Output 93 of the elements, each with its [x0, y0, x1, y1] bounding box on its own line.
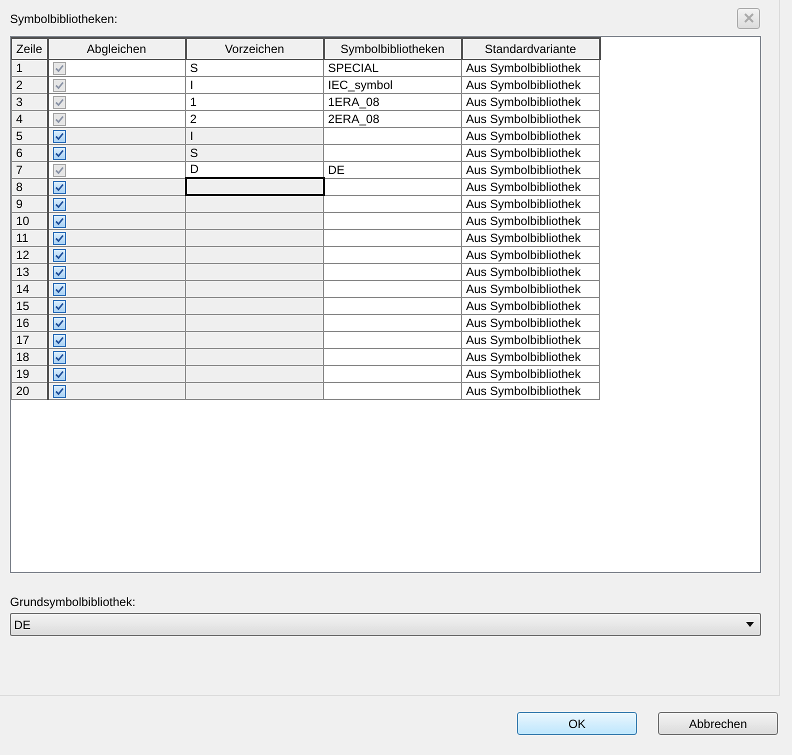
checkbox[interactable] [52, 334, 66, 347]
checkbox[interactable] [52, 146, 66, 160]
table-cell[interactable] [324, 127, 462, 144]
column-header[interactable]: Vorzeichen [186, 38, 324, 59]
row-number: 13 [12, 263, 48, 280]
table-cell[interactable]: Aus Symbolbibliothek [462, 212, 600, 229]
checkbox[interactable] [52, 384, 66, 398]
table-cell[interactable]: S [186, 144, 324, 161]
cancel-button[interactable]: Abbrechen [658, 712, 778, 735]
table-cell[interactable]: Aus Symbolbibliothek [462, 229, 600, 246]
row-number: 1 [12, 59, 48, 76]
table-cell[interactable] [186, 195, 324, 212]
table-cell[interactable] [324, 348, 462, 365]
table-cell[interactable] [186, 212, 324, 229]
table-cell[interactable] [324, 195, 462, 212]
table-cell[interactable] [186, 178, 324, 195]
column-header[interactable]: Symbolbibliotheken [324, 38, 462, 59]
column-header[interactable]: Standardvariante [462, 38, 600, 59]
table-cell[interactable] [186, 314, 324, 331]
ok-button[interactable]: OK [517, 712, 637, 735]
checkbox[interactable] [52, 248, 66, 262]
table-cell[interactable]: Aus Symbolbibliothek [462, 195, 600, 212]
table-cell[interactable] [186, 263, 324, 280]
checkbox[interactable] [52, 368, 66, 381]
checkbox[interactable] [52, 198, 66, 211]
table-cell[interactable] [324, 246, 462, 263]
checkbox[interactable] [52, 316, 66, 330]
row-number: 9 [12, 195, 48, 212]
row-number: 7 [12, 161, 48, 178]
checkbox[interactable] [52, 130, 66, 143]
section-label: Symbolbibliotheken: [10, 12, 118, 26]
table-cell[interactable] [186, 280, 324, 297]
table-cell[interactable]: Aus Symbolbibliothek [462, 263, 600, 280]
row-number: 10 [12, 212, 48, 229]
column-header[interactable]: Zeile [12, 38, 48, 59]
table-cell[interactable] [324, 382, 462, 399]
row-number: 8 [12, 178, 48, 195]
table-cell[interactable]: Aus Symbolbibliothek [462, 127, 600, 144]
checkbox[interactable] [52, 282, 66, 296]
table-cell[interactable] [324, 229, 462, 246]
row-number: 20 [12, 382, 48, 399]
close-icon [742, 12, 754, 24]
row-number: 16 [12, 314, 48, 331]
table-cell[interactable] [324, 263, 462, 280]
table-cell[interactable] [324, 178, 462, 195]
library-dropdown[interactable]: DE [10, 613, 761, 636]
checkbox[interactable] [52, 214, 66, 228]
table-cell[interactable]: Aus Symbolbibliothek [462, 246, 600, 263]
row-number: 12 [12, 246, 48, 263]
table-cell[interactable]: Aus Symbolbibliothek [462, 382, 600, 399]
row-number: 6 [12, 144, 48, 161]
row-number: 19 [12, 365, 48, 382]
table-cell[interactable]: Aus Symbolbibliothek [462, 314, 600, 331]
column-header[interactable]: Abgleichen [48, 38, 186, 59]
table-cell[interactable]: Aus Symbolbibliothek [462, 365, 600, 382]
row-number: 5 [12, 127, 48, 144]
delete-button[interactable] [737, 8, 760, 28]
table-cell[interactable]: Aus Symbolbibliothek [462, 178, 600, 195]
row-number: 2 [12, 76, 48, 93]
table-cell[interactable] [324, 144, 462, 161]
table-cell[interactable]: Aus Symbolbibliothek [462, 348, 600, 365]
table-cell[interactable]: Aus Symbolbibliothek [462, 144, 600, 161]
row-number: 15 [12, 297, 48, 314]
row-number: 4 [12, 110, 48, 127]
table-cell[interactable] [186, 331, 324, 348]
table-cell[interactable] [324, 297, 462, 314]
checkbox[interactable] [52, 266, 66, 279]
checkbox[interactable] [52, 232, 66, 245]
table-cell[interactable] [186, 348, 324, 365]
row-number: 3 [12, 93, 48, 110]
table-cell[interactable] [186, 229, 324, 246]
table-cell[interactable] [324, 280, 462, 297]
table-cell[interactable] [186, 297, 324, 314]
checkbox[interactable] [52, 350, 66, 364]
table-cell[interactable] [324, 314, 462, 331]
row-number: 11 [12, 229, 48, 246]
dropdown-arrow-icon [746, 622, 754, 627]
table-cell[interactable] [186, 382, 324, 399]
checkbox[interactable] [52, 180, 66, 194]
table-cell[interactable]: Aus Symbolbibliothek [462, 331, 600, 348]
field-label: Grundsymbolbibliothek: [10, 595, 136, 609]
table-cell[interactable] [186, 246, 324, 263]
table-cell[interactable] [324, 331, 462, 348]
row-number: 18 [12, 348, 48, 365]
table-cell[interactable] [186, 365, 324, 382]
table-cell[interactable] [324, 365, 462, 382]
row-number: 14 [12, 280, 48, 297]
table-cell[interactable] [324, 212, 462, 229]
checkbox[interactable] [52, 300, 66, 313]
row-number: 17 [12, 331, 48, 348]
table-cell[interactable]: Aus Symbolbibliothek [462, 280, 600, 297]
table-cell[interactable]: I [186, 127, 324, 144]
table-cell[interactable]: Aus Symbolbibliothek [462, 297, 600, 314]
